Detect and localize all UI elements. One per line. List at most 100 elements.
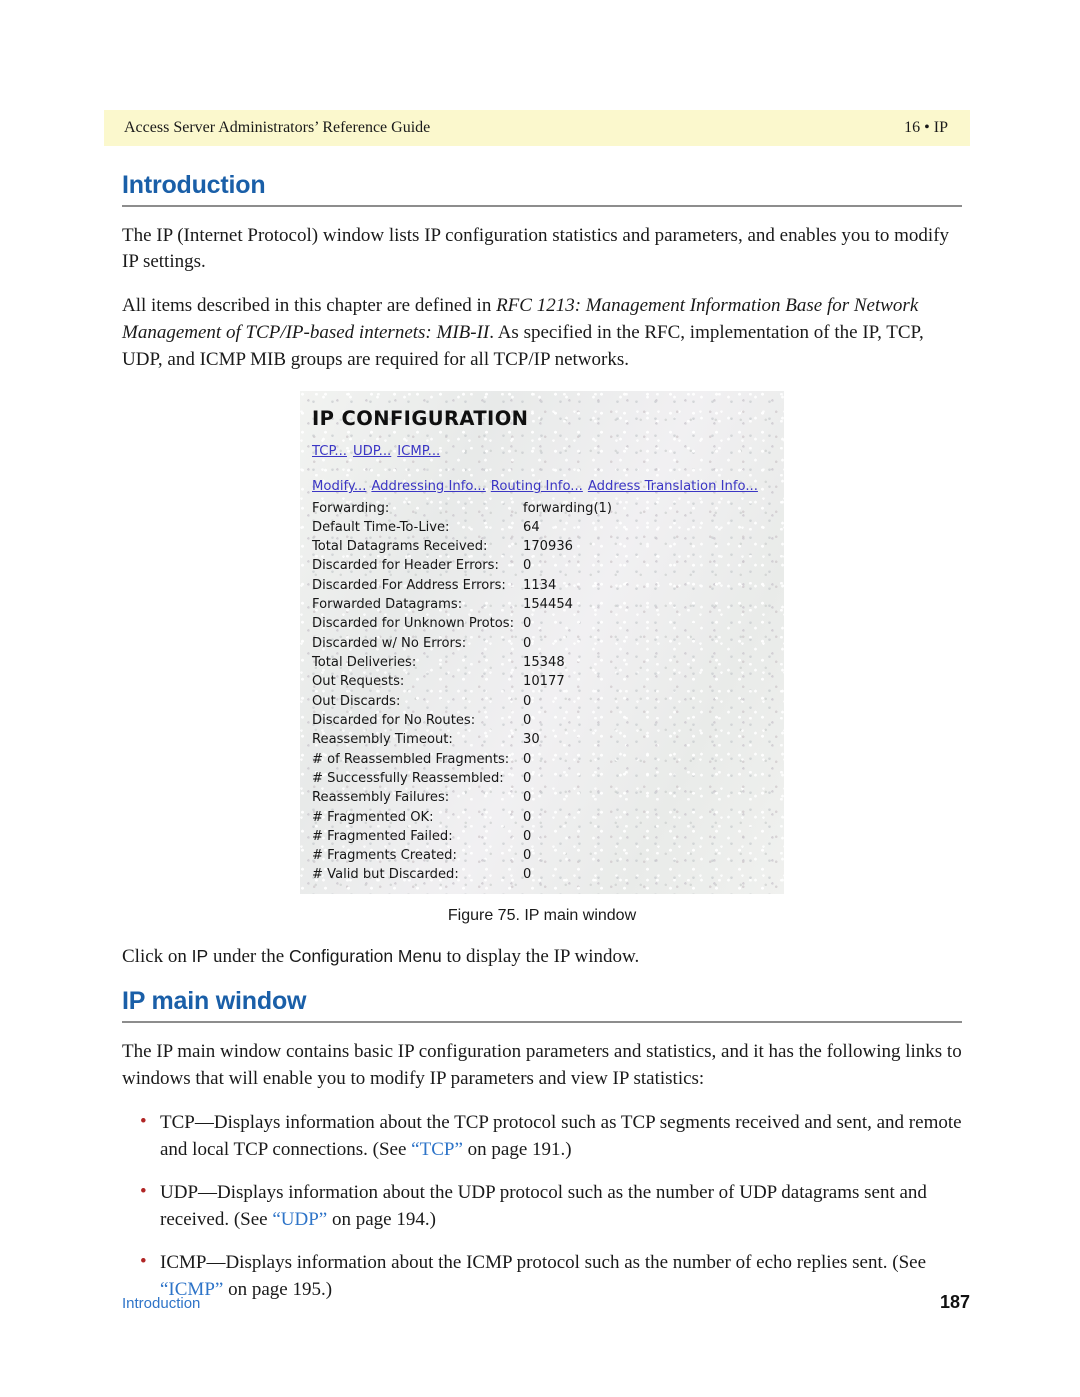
link-address-translation-info[interactable]: Address Translation Info...: [588, 479, 758, 494]
action-links-row: Modify... Addressing Info... Routing Info.…: [312, 475, 772, 497]
stat-value: 154454: [523, 597, 573, 613]
cross-reference-udp[interactable]: “UDP”: [272, 1209, 327, 1230]
bullet-text-before: ICMP—Displays information about the ICMP…: [160, 1251, 927, 1273]
stat-row: Discarded for No Routes: 0: [312, 711, 772, 730]
stat-label: Out Requests:: [312, 674, 405, 690]
stat-row: Forwarded Datagrams: 154454: [312, 595, 772, 614]
stat-value: 0: [523, 828, 532, 844]
instruction-term-ip: IP: [191, 946, 209, 967]
instruction-text-before: Click on: [122, 946, 192, 968]
stat-label: # Successfully Reassembled:: [312, 770, 504, 786]
stat-row: Total Deliveries: 15348: [312, 653, 772, 672]
figure-instruction: Click on IP under the Configuration Menu…: [122, 944, 962, 971]
stat-label: Discarded for Header Errors:: [312, 558, 499, 574]
link-tcp[interactable]: TCP...: [312, 444, 347, 459]
stat-row: # Fragmented OK: 0: [312, 808, 772, 827]
page-footer: Introduction 187: [122, 1292, 970, 1313]
ip-statistics-list: Forwarding: forwarding(1) Default Time-To…: [312, 499, 772, 885]
stat-value: 170936: [523, 539, 573, 555]
stat-value: 0: [523, 848, 532, 864]
stat-label: Discarded for No Routes:: [312, 712, 476, 728]
footer-section-name: Introduction: [122, 1295, 201, 1312]
stat-label: Forwarding:: [312, 500, 390, 516]
header-document-title: Access Server Administrators’ Reference …: [124, 119, 431, 136]
stat-label: # of Reassembled Fragments:: [312, 751, 510, 767]
instruction-term-configuration-menu: Configuration Menu: [288, 946, 442, 967]
page-title: Introduction: [122, 171, 266, 199]
running-header: Access Server Administrators’ Reference …: [104, 110, 970, 146]
stat-value: 0: [523, 616, 532, 632]
link-udp[interactable]: UDP...: [353, 444, 391, 459]
stat-label: Forwarded Datagrams:: [312, 597, 463, 613]
stat-value: 0: [523, 809, 532, 825]
stat-value: 64: [523, 519, 540, 535]
link-routing-info[interactable]: Routing Info...: [491, 479, 583, 494]
stat-value: forwarding(1): [523, 500, 612, 516]
stat-value: 0: [523, 867, 532, 883]
instruction-text-after: to display the IP window.: [441, 946, 640, 968]
stat-row: Discarded w/ No Errors: 0: [312, 634, 772, 653]
heading-rule: [122, 1020, 962, 1023]
footer-page-number: 187: [939, 1292, 970, 1312]
stat-row: Out Requests: 10177: [312, 672, 772, 691]
stat-value: 0: [523, 693, 532, 709]
section-heading-ip-main-window: IP main window: [122, 987, 307, 1016]
stat-row: Out Discards: 0: [312, 692, 772, 711]
stat-row: Forwarding: forwarding(1): [312, 499, 772, 518]
ip-configuration-window: IP CONFIGURATION TCP... UDP... ICMP... Mod…: [300, 391, 784, 895]
heading-rule: [122, 204, 962, 207]
stat-value: 15348: [523, 655, 565, 671]
stat-label: # Fragmented Failed:: [312, 828, 453, 844]
stat-row: Default Time-To-Live: 64: [312, 518, 772, 537]
list-item: TCP—Displays information about the TCP p…: [122, 1109, 962, 1164]
stat-row: # of Reassembled Fragments: 0: [312, 750, 772, 769]
stat-label: Reassembly Failures:: [312, 790, 450, 806]
cross-reference-tcp[interactable]: “TCP”: [411, 1139, 463, 1160]
stat-row: Discarded for Header Errors: 0: [312, 556, 772, 575]
stat-label: Out Discards:: [312, 693, 401, 709]
stat-row: # Valid but Discarded: 0: [312, 865, 772, 884]
stat-row: # Successfully Reassembled: 0: [312, 769, 772, 788]
stat-label: Total Deliveries:: [312, 655, 417, 671]
page-content: Introduction The IP (Internet Protocol) …: [122, 171, 962, 1320]
protocol-links-row: TCP... UDP... ICMP...: [312, 440, 772, 462]
stat-label: Discarded For Address Errors:: [312, 577, 506, 593]
stat-value: 0: [523, 558, 532, 574]
stat-value: 1134: [523, 577, 557, 593]
intro-paragraph-2: All items described in this chapter are …: [122, 293, 962, 374]
intro-paragraph-2-text-before: All items described in this chapter are …: [122, 295, 497, 317]
stat-label: Default Time-To-Live:: [312, 519, 450, 535]
stat-value: 0: [523, 790, 532, 806]
stat-row: Reassembly Timeout: 30: [312, 730, 772, 749]
list-item: UDP—Displays information about the UDP p…: [122, 1179, 962, 1234]
intro-paragraph-1: The IP (Internet Protocol) window lists …: [122, 224, 950, 273]
stat-label: Discarded for Unknown Protos:: [312, 616, 515, 632]
bullet-text-after: on page 194.): [327, 1208, 436, 1230]
stat-row: Total Datagrams Received: 170936: [312, 537, 772, 556]
link-icmp[interactable]: ICMP...: [397, 444, 440, 459]
stat-row: # Fragments Created: 0: [312, 846, 772, 865]
stat-value: 0: [523, 712, 532, 728]
figure-caption: Figure 75. IP main window: [447, 907, 637, 925]
stat-row: Reassembly Failures: 0: [312, 788, 772, 807]
stat-label: Reassembly Timeout:: [312, 732, 453, 748]
ip-configuration-window-title: IP CONFIGURATION: [312, 407, 529, 431]
stat-value: 30: [523, 732, 540, 748]
link-modify[interactable]: Modify...: [312, 479, 366, 494]
ip-main-window-intro: The IP main window contains basic IP con…: [122, 1040, 962, 1089]
stat-label: # Fragments Created:: [312, 848, 457, 864]
stat-label: Total Datagrams Received:: [312, 539, 488, 555]
stat-value: 0: [523, 751, 532, 767]
stat-label: Discarded w/ No Errors:: [312, 635, 467, 651]
stat-value: 10177: [523, 674, 565, 690]
stat-row: Discarded for Unknown Protos: 0: [312, 614, 772, 633]
stat-row: # Fragmented Failed: 0: [312, 827, 772, 846]
stat-row: Discarded For Address Errors: 1134: [312, 576, 772, 595]
figure-75: IP CONFIGURATION TCP... UDP... ICMP... Mod…: [122, 391, 962, 895]
bullet-text-after: on page 191.): [462, 1138, 572, 1160]
header-chapter-label: 16 • IP: [904, 119, 948, 136]
link-addressing-info[interactable]: Addressing Info...: [371, 479, 485, 494]
stat-label: # Fragmented OK:: [312, 809, 434, 825]
stat-label: # Valid but Discarded:: [312, 867, 459, 883]
instruction-text-middle: under the: [208, 946, 289, 968]
